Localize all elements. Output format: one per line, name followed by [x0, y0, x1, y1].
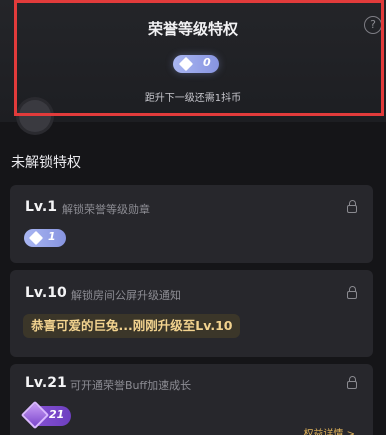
- privilege-card-lv10[interactable]: Lv.10 解锁房间公屏升级通知 恭喜可爱的巨兔...刚刚升级至Lv.10: [10, 270, 373, 357]
- card-description: 解锁房间公屏升级通知: [71, 289, 181, 302]
- card-description: 解锁荣誉等级勋章: [62, 203, 150, 216]
- privilege-card-lv21[interactable]: Lv.21 可开通荣誉Buff加速成长 21 权益详情 >: [10, 364, 373, 435]
- privilege-card-lv1[interactable]: Lv.1 解锁荣誉等级勋章 1: [10, 185, 373, 263]
- next-level-hint: 距升下一级还需1抖币: [144, 93, 242, 104]
- current-level-value: 0: [203, 56, 211, 69]
- card-level: Lv.10: [25, 285, 67, 301]
- lock-icon: [347, 200, 357, 213]
- honor-level-page: 荣誉等级特权 ? 0 距升下一级还需1抖币 未解锁特权 Lv.1 解锁荣誉等级勋…: [0, 0, 386, 435]
- diamond-icon: [20, 400, 50, 430]
- card-level: Lv.1: [25, 199, 57, 215]
- help-icon[interactable]: ?: [364, 16, 382, 34]
- current-level-badge: 0: [173, 55, 219, 73]
- page-title: 荣誉等级特权: [147, 20, 238, 38]
- level-badge: 1: [24, 229, 66, 247]
- badge-value: 21: [49, 408, 65, 421]
- card-level: Lv.21: [25, 375, 67, 391]
- section-title: 未解锁特权: [11, 155, 81, 171]
- header-panel: 荣誉等级特权 ? 0 距升下一级还需1抖币: [0, 0, 386, 122]
- lock-icon: [347, 286, 357, 299]
- avatar: [19, 100, 51, 132]
- upgrade-notice-preview: 恭喜可爱的巨兔...刚刚升级至Lv.10: [23, 314, 241, 338]
- diamond-icon: [178, 56, 194, 72]
- level-badge: 21: [20, 400, 71, 430]
- badge-value: 1: [48, 230, 56, 243]
- card-description: 可开通荣誉Buff加速成长: [70, 379, 192, 392]
- diamond-icon: [28, 230, 44, 246]
- lock-icon: [347, 376, 357, 389]
- rights-details-link[interactable]: 权益详情 >: [303, 425, 355, 435]
